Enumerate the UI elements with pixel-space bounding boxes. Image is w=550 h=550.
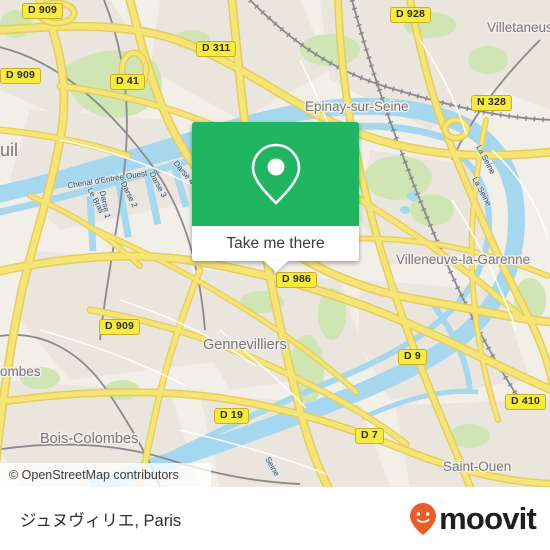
callout-pin-panel <box>192 122 359 226</box>
road-shield: N 328 <box>471 95 513 111</box>
page-footer: ジュヌヴィリエ, Paris moovit <box>0 487 550 550</box>
road-shield: D 986 <box>276 272 318 288</box>
moovit-map-page: Villetaneuse Epinay-sur-Seine uil Villen… <box>0 0 550 550</box>
road-shield: D 19 <box>214 408 249 424</box>
road-shield: D 410 <box>505 394 547 410</box>
road-shield: D 9 <box>398 349 427 365</box>
attribution-text: © OpenStreetMap contributors <box>9 468 179 482</box>
callout-action-bar[interactable]: Take me there <box>192 226 359 272</box>
moovit-logo[interactable]: moovit <box>409 501 537 536</box>
road-shield: D 7 <box>355 428 384 444</box>
moovit-pin-icon <box>410 502 437 535</box>
location-pin-icon <box>251 143 300 205</box>
moovit-wordmark: moovit <box>439 501 537 536</box>
callout-pointer-tail <box>263 261 288 272</box>
road-shield: D 928 <box>390 7 432 23</box>
road-shield: D 909 <box>22 3 64 19</box>
take-me-there-label: Take me there <box>226 234 325 252</box>
map-canvas[interactable]: Villetaneuse Epinay-sur-Seine uil Villen… <box>0 0 550 487</box>
location-callout-card[interactable]: Take me there <box>192 122 359 272</box>
road-shield: D 909 <box>0 68 42 84</box>
page-title: ジュヌヴィリエ, Paris <box>20 511 182 530</box>
road-shield: D 311 <box>196 41 237 57</box>
road-shield: D 41 <box>110 74 145 90</box>
map-attribution[interactable]: © OpenStreetMap contributors <box>0 463 211 487</box>
road-shield: D 909 <box>99 319 141 335</box>
